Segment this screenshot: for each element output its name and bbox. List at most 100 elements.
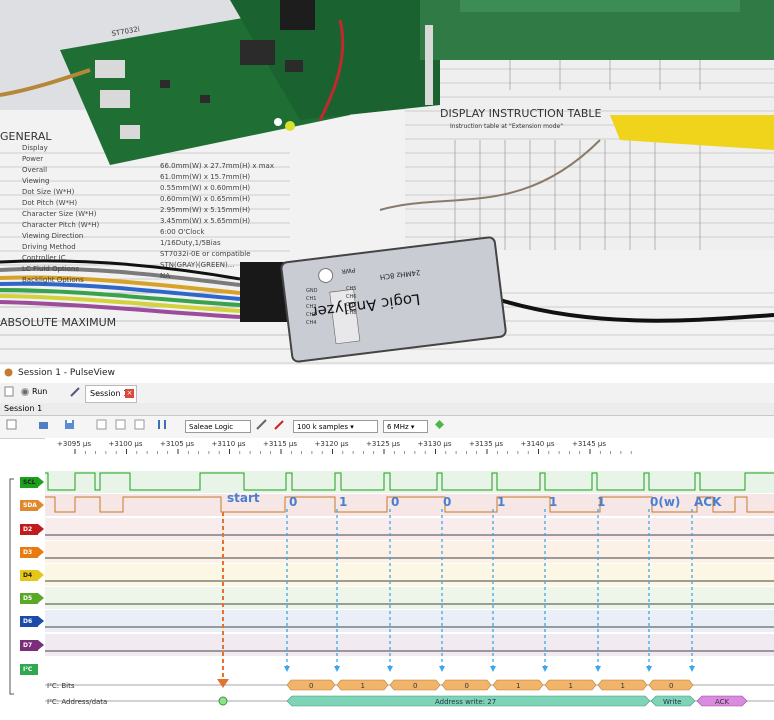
analyzer-ch2: CH2: [306, 304, 316, 310]
analyzer-ch6: CH6: [346, 294, 356, 300]
bit-value: 0: [669, 682, 673, 690]
probe-icon[interactable]: [274, 419, 285, 430]
rate-select[interactable]: 6 MHz ▾: [383, 420, 428, 433]
bit-arrowhead: [439, 666, 445, 672]
title-bar: Session 1 - PulseView: [0, 365, 774, 383]
tool-icon[interactable]: [70, 386, 81, 397]
run-icon: [21, 388, 29, 396]
channel-label-d5[interactable]: D5: [20, 593, 44, 604]
annotation-label: 0: [289, 495, 297, 509]
open-icon[interactable]: [38, 419, 49, 430]
doc-row-label: Character Size (W*H): [22, 210, 97, 218]
annotation-label: 0: [391, 495, 399, 509]
channel-label-d3[interactable]: D3: [20, 547, 44, 558]
channel-row-bg: [45, 610, 774, 632]
samples-select[interactable]: 100 k samples ▾: [293, 420, 378, 433]
doc-absolute: ABSOLUTE MAXIMUM: [0, 316, 116, 329]
add-channels-icon[interactable]: [6, 419, 17, 430]
zoom-fit-icon[interactable]: [134, 419, 145, 430]
trace-area[interactable]: start 0 1 0 0 1 1 1 0(w) ACK I²C: Bits I²C: Address…: [45, 454, 774, 720]
doc-row-label: Controller IC: [22, 254, 66, 262]
doc-subheading: Instruction table at "Extension mode": [450, 123, 563, 130]
channel-label-d2[interactable]: D2: [20, 524, 44, 535]
session-label: Session 1: [4, 404, 43, 413]
channel-row-bg: [45, 541, 774, 563]
analyzer-ch7: CH7: [346, 302, 356, 308]
doc-row-label: Viewing Direction: [22, 232, 83, 240]
tab-session-1[interactable]: Session 1 ×: [85, 385, 137, 403]
window-title: Session 1 - PulseView: [18, 368, 115, 378]
ruler-tick-label: +3120 µs: [315, 440, 349, 448]
addr-row-label: I²C: Address/data: [47, 698, 107, 706]
time-ruler: +3095 µs +3100 µs +3105 µs +3110 µs +3115 µs…: [45, 438, 774, 454]
zoom-out-icon[interactable]: [115, 419, 126, 430]
device-select[interactable]: Saleae Logic: [185, 420, 251, 433]
bit-value: 1: [569, 682, 573, 690]
doc-row-value: 0.60mm(W) x 0.65mm(H): [160, 195, 250, 203]
doc-row-value: 3.45mm(W) x 5.65mm(H): [160, 217, 250, 225]
run-label: Run: [32, 387, 48, 396]
channel-row-bg: [45, 564, 774, 586]
channel-label-d7[interactable]: D7: [20, 640, 44, 651]
ruler-tick-label: +3135 µs: [469, 440, 503, 448]
bit-arrowhead: [646, 666, 652, 672]
doc-row-value: ST7032i-0E or compatible: [160, 250, 251, 258]
annotation-label: 1: [339, 495, 347, 509]
device-name: Saleae Logic: [189, 423, 234, 431]
close-icon[interactable]: ×: [125, 389, 134, 398]
zoom-in-icon[interactable]: [96, 419, 107, 430]
decoder-label[interactable]: I²C: [20, 664, 44, 675]
ruler-tick-label: +3115 µs: [263, 440, 297, 448]
doc-row-value: 66.0mm(W) x 27.7mm(H) x max: [160, 162, 274, 170]
analyzer-ch8: CH8: [346, 310, 356, 316]
doc-row-value: STN(GRAY)(GREEN)...: [160, 261, 234, 269]
toolbar: Saleae Logic 100 k samples ▾ 6 MHz ▾: [0, 416, 774, 439]
annotation-label: 1: [597, 495, 605, 509]
bit-value: 0: [309, 682, 313, 690]
channel-row-bg: [45, 587, 774, 609]
cursor-icon[interactable]: [157, 419, 168, 430]
channel-label-sda[interactable]: SDA: [20, 500, 44, 511]
doc-row-label: Overall: [22, 166, 47, 174]
annotation-label: ACK: [694, 495, 722, 509]
doc-row-label: Dot Size (W*H): [22, 188, 75, 196]
bit-value: 1: [516, 682, 520, 690]
new-session-icon[interactable]: [4, 386, 15, 397]
save-icon[interactable]: [64, 419, 75, 430]
ruler-tick-label: +3130 µs: [418, 440, 452, 448]
ruler-tick-label: +3105 µs: [160, 440, 194, 448]
config-icon[interactable]: [256, 419, 267, 430]
ruler-tick-label: +3100 µs: [109, 440, 143, 448]
doc-row-label: Viewing: [22, 177, 49, 185]
ruler-tick-label: +3095 µs: [57, 440, 91, 448]
samples-value: 100 k samples: [297, 423, 348, 431]
bits-row-label: I²C: Bits: [47, 682, 75, 690]
channel-label-d6[interactable]: D6: [20, 616, 44, 627]
tab-label: Session 1: [90, 389, 129, 398]
channel-label-d4[interactable]: D4: [20, 570, 44, 581]
decoder-icon[interactable]: [434, 419, 445, 430]
bit-value: 0: [465, 682, 469, 690]
doc-row-value: 1/16Duty,1/5Bias: [160, 239, 221, 247]
analyzer-ch3: CH3: [306, 312, 316, 318]
start-arrowhead: [217, 679, 229, 688]
doc-row-label: Power: [22, 155, 43, 163]
annotation-label: start: [227, 491, 260, 505]
bit-arrowhead: [542, 666, 548, 672]
doc-row-label: Driving Method: [22, 243, 76, 251]
analyzer-ch5: CH5: [346, 286, 356, 292]
annotation-label: 0(w): [650, 495, 680, 509]
analyzer-gnd: GND: [306, 288, 318, 294]
doc-row-value: NA: [160, 272, 170, 280]
doc-row-label: Backlight Options: [22, 276, 84, 284]
write-text: Write: [663, 698, 681, 706]
bit-arrowhead: [284, 666, 290, 672]
analyzer-ch4: CH4: [306, 320, 316, 326]
bit-arrowhead: [334, 666, 340, 672]
app-icon: [4, 368, 13, 377]
tab-bar: Run Session 1 ×: [0, 383, 774, 404]
address-text: Address write: 27: [435, 698, 496, 706]
bit-value: 0: [413, 682, 417, 690]
doc-general: GENERAL: [0, 130, 52, 143]
channel-label-scl[interactable]: SCL: [20, 477, 44, 488]
